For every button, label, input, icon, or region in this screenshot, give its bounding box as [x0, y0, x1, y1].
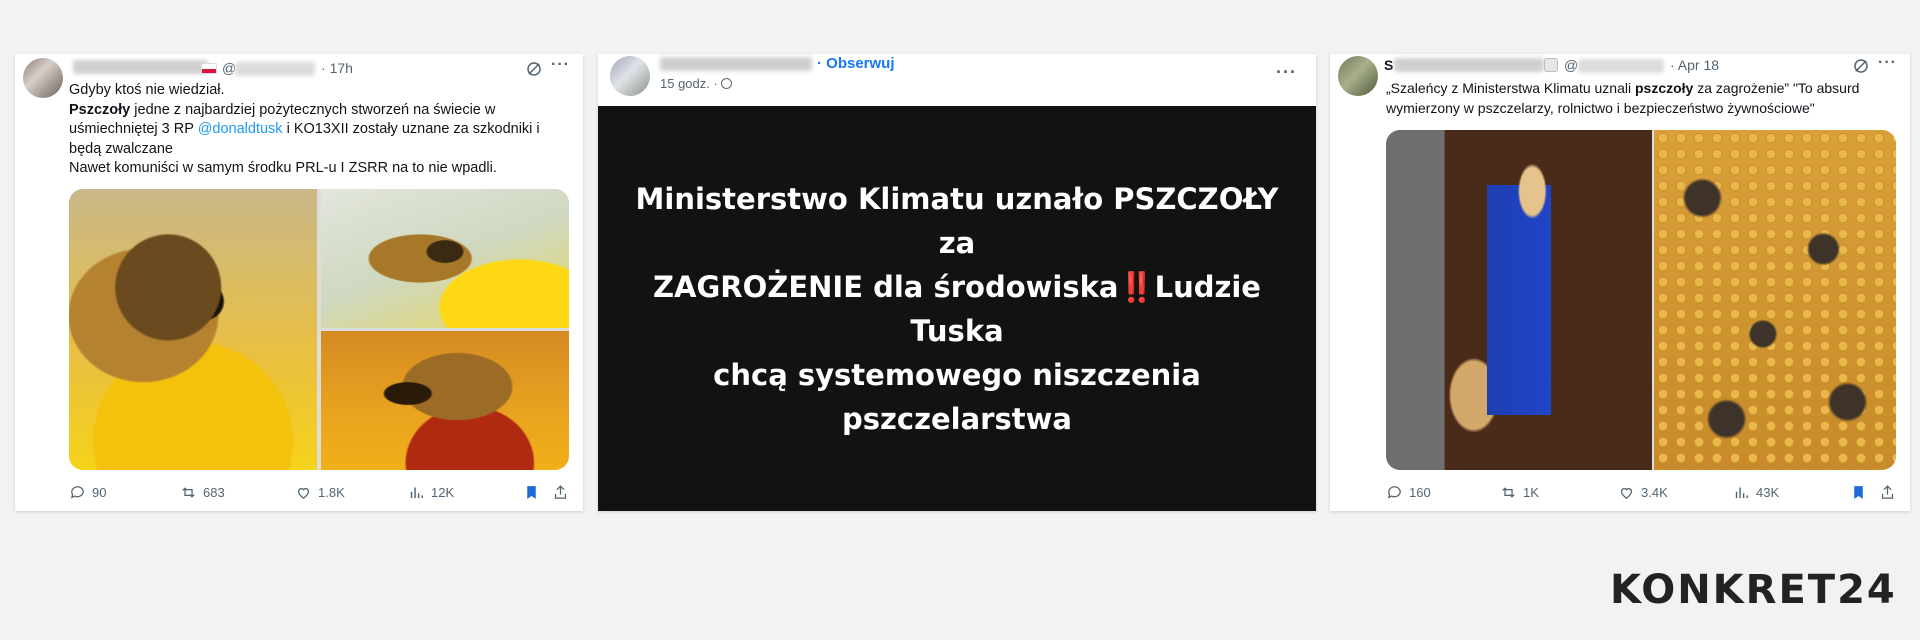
tweet-line: uśmiechniętej 3 RP @donaldtusk i KO13XII…	[69, 121, 540, 137]
double-exclamation-emoji: ‼️	[1118, 269, 1155, 304]
share-icon	[554, 485, 567, 499]
post-time[interactable]: 15 godz. ·	[660, 76, 733, 91]
reply-button[interactable]: 90	[69, 484, 106, 501]
author-name-redacted	[73, 60, 208, 74]
views-count: 43K	[1756, 485, 1780, 500]
bookmark-filled-icon	[527, 486, 536, 499]
views-icon	[410, 487, 423, 499]
post-image-text[interactable]: Ministerstwo Klimatu uznało PSZCZOŁY za …	[598, 106, 1316, 511]
handle-redacted	[1578, 59, 1664, 73]
tweet-line: „Szaleńcy z Ministerstwa Klimatu uznali …	[1386, 80, 1860, 96]
avatar[interactable]	[23, 58, 63, 98]
repost-button[interactable]: 683	[180, 484, 225, 501]
handle-prefix: @	[1564, 57, 1579, 73]
avatar[interactable]	[610, 56, 650, 96]
bee-photo-bottom-right[interactable]	[321, 331, 569, 470]
repost-button[interactable]: 1K	[1500, 484, 1539, 501]
headline-line: chcą systemowego niszczenia pszczelarstw…	[713, 357, 1201, 436]
tweet-card-3: S @ · Apr 18 ··· „Szaleńcy z Ministerstw…	[1330, 54, 1910, 511]
follow-button[interactable]: · Obserwuj	[817, 55, 895, 72]
repost-count: 1K	[1523, 485, 1539, 500]
headline-line: Ministerstwo Klimatu uznało PSZCZOŁY za	[635, 181, 1279, 260]
verified-badge-icon	[1544, 58, 1558, 72]
bee-photo-top-right[interactable]	[321, 189, 569, 328]
reply-count: 160	[1409, 485, 1431, 500]
heart-icon	[1620, 488, 1633, 499]
tweet-line: wymierzony w pszczelarzy, rolnictwo i be…	[1386, 99, 1815, 116]
views-count: 12K	[431, 485, 455, 500]
bookmark-filled-icon	[1854, 486, 1863, 499]
views-button[interactable]: 12K	[408, 484, 454, 501]
repost-icon	[1502, 487, 1515, 498]
tweet-body: Gdyby ktoś nie wiedział. Pszczoły jedne …	[69, 81, 569, 179]
heart-icon	[297, 488, 310, 499]
like-count: 1.8K	[318, 485, 345, 500]
bookmark-button[interactable]	[1850, 484, 1867, 501]
repost-icon	[182, 487, 195, 498]
tweet-body: „Szaleńcy z Ministerstwa Klimatu uznali …	[1386, 79, 1901, 118]
reply-icon	[70, 486, 84, 499]
grok-icon[interactable]	[1852, 57, 1870, 80]
headline-line: ZAGROŻENIE dla środowiska‼️Ludzie Tuska	[653, 269, 1261, 348]
avatar[interactable]	[1338, 56, 1378, 96]
like-button[interactable]: 1.8K	[295, 484, 345, 501]
reply-icon	[1387, 486, 1401, 499]
bee-photo-large[interactable]	[69, 189, 317, 470]
handle-redacted	[235, 62, 315, 76]
author-name-initial: S	[1384, 57, 1394, 73]
reply-button[interactable]: 160	[1386, 484, 1431, 501]
share-icon	[1881, 485, 1894, 499]
reply-count: 90	[92, 485, 107, 500]
honeycomb-bees-photo[interactable]	[1654, 130, 1896, 470]
mention-link[interactable]: @donaldtusk	[198, 121, 283, 137]
tweet-time[interactable]: · 17h	[321, 60, 353, 76]
grok-icon[interactable]	[525, 60, 543, 83]
tweet-line: Pszczoły jedne z najbardziej pożytecznyc…	[69, 101, 496, 118]
konkret24-logo: KONKRET24	[1610, 567, 1897, 613]
tweet-line: Gdyby ktoś nie wiedział.	[69, 82, 225, 98]
globe-icon	[721, 78, 733, 89]
tweet-line: będą zwalczane	[69, 140, 173, 157]
more-options-icon[interactable]: ···	[1878, 54, 1897, 72]
headline: Ministerstwo Klimatu uznało PSZCZOŁY za …	[622, 177, 1292, 441]
like-count: 3.4K	[1641, 485, 1668, 500]
tweet-media-grid[interactable]	[1386, 130, 1896, 470]
more-options-icon[interactable]: ···	[1276, 62, 1297, 83]
tweet-card-1: @ · 17h ··· Gdyby ktoś nie wiedział. Psz…	[15, 54, 583, 511]
share-button[interactable]	[552, 484, 569, 501]
more-options-icon[interactable]: ···	[551, 56, 570, 74]
poland-flag-icon	[201, 63, 217, 74]
minister-photo[interactable]	[1386, 130, 1652, 470]
tweet-time[interactable]: · Apr 18	[1670, 57, 1719, 73]
page-name-redacted	[660, 57, 812, 71]
tweet-line: Nawet komuniści w samym środku PRL-u I Z…	[69, 160, 497, 176]
facebook-post-card: · Obserwuj 15 godz. · ··· Ministerstwo K…	[598, 54, 1316, 511]
views-icon	[1735, 487, 1748, 499]
views-button[interactable]: 43K	[1733, 484, 1779, 501]
author-name-redacted	[1394, 58, 1544, 72]
repost-count: 683	[203, 485, 225, 500]
bookmark-button[interactable]	[523, 484, 540, 501]
tweet-media-grid[interactable]	[69, 189, 569, 470]
like-button[interactable]: 3.4K	[1618, 484, 1668, 501]
share-button[interactable]	[1879, 484, 1896, 501]
